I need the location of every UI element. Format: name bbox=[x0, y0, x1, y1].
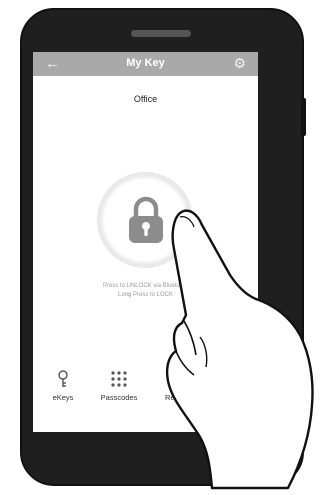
app-header: ← My Key ⚙ bbox=[33, 52, 258, 76]
pointing-hand-illustration bbox=[165, 209, 314, 490]
side-button bbox=[301, 98, 306, 136]
lock-name: Office bbox=[133, 94, 158, 104]
earpiece bbox=[131, 30, 191, 37]
key-icon bbox=[58, 370, 68, 387]
tab-label: Passcodes bbox=[100, 393, 138, 402]
tab-passcodes[interactable]: Passcodes bbox=[91, 370, 147, 402]
tab-ekeys[interactable]: eKeys bbox=[35, 370, 91, 402]
page-title: My Key bbox=[126, 57, 165, 69]
gear-icon[interactable]: ⚙ bbox=[233, 53, 246, 73]
tab-label: eKeys bbox=[52, 393, 74, 402]
keypad-icon bbox=[111, 371, 127, 387]
